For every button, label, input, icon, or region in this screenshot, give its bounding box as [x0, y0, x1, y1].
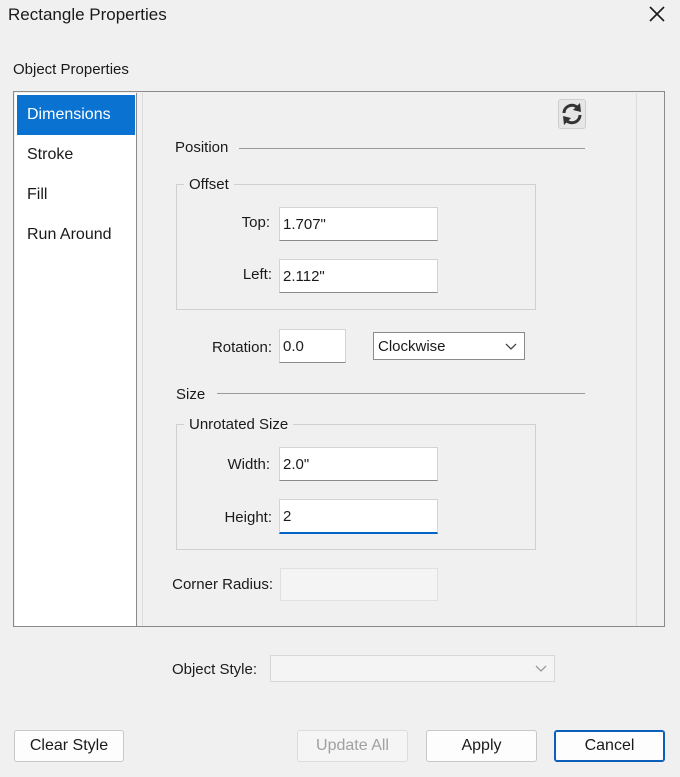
content-divider-left [142, 93, 143, 626]
size-section-title: Size [176, 386, 206, 403]
rotation-direction-value: Clockwise [378, 338, 446, 355]
apply-button[interactable]: Apply [426, 730, 537, 762]
corner-radius-input[interactable] [280, 568, 438, 601]
nav-item-fill[interactable]: Fill [17, 175, 135, 215]
corner-radius-label: Corner Radius: [172, 576, 273, 593]
chevron-down-icon [505, 343, 517, 350]
position-section-title: Position [175, 139, 229, 156]
object-style-label: Object Style: [171, 661, 257, 678]
offset-group-title: Offset [184, 176, 234, 193]
width-label: Width: [227, 456, 270, 473]
update-all-button[interactable]: Update All [297, 730, 408, 762]
height-input[interactable] [279, 499, 438, 534]
size-divider [217, 393, 585, 394]
content-divider-right [636, 93, 637, 626]
unrotated-size-title: Unrotated Size [184, 416, 294, 433]
width-input[interactable] [279, 447, 438, 481]
close-button[interactable] [646, 3, 668, 25]
window-title: Rectangle Properties [8, 5, 167, 24]
category-list: Dimensions Stroke Fill Run Around [15, 93, 137, 626]
close-icon [649, 6, 665, 22]
chevron-down-icon [535, 665, 547, 672]
height-label: Height: [224, 509, 272, 526]
object-properties-label: Object Properties [13, 61, 129, 78]
refresh-icon [562, 103, 582, 125]
nav-item-dimensions[interactable]: Dimensions [17, 95, 135, 135]
left-offset-input[interactable] [279, 259, 438, 293]
rotation-label: Rotation: [211, 339, 272, 356]
left-label: Left: [242, 266, 272, 283]
nav-item-stroke[interactable]: Stroke [17, 135, 135, 175]
object-style-select[interactable] [270, 655, 555, 682]
nav-item-run-around[interactable]: Run Around [17, 215, 135, 255]
clear-style-button[interactable]: Clear Style [14, 730, 124, 762]
top-offset-input[interactable] [279, 207, 438, 241]
refresh-button[interactable] [558, 99, 586, 129]
position-divider [239, 148, 585, 149]
rotation-direction-select[interactable]: Clockwise [373, 332, 525, 360]
top-label: Top: [241, 214, 270, 231]
cancel-button[interactable]: Cancel [554, 730, 665, 762]
rotation-input[interactable] [279, 329, 346, 363]
